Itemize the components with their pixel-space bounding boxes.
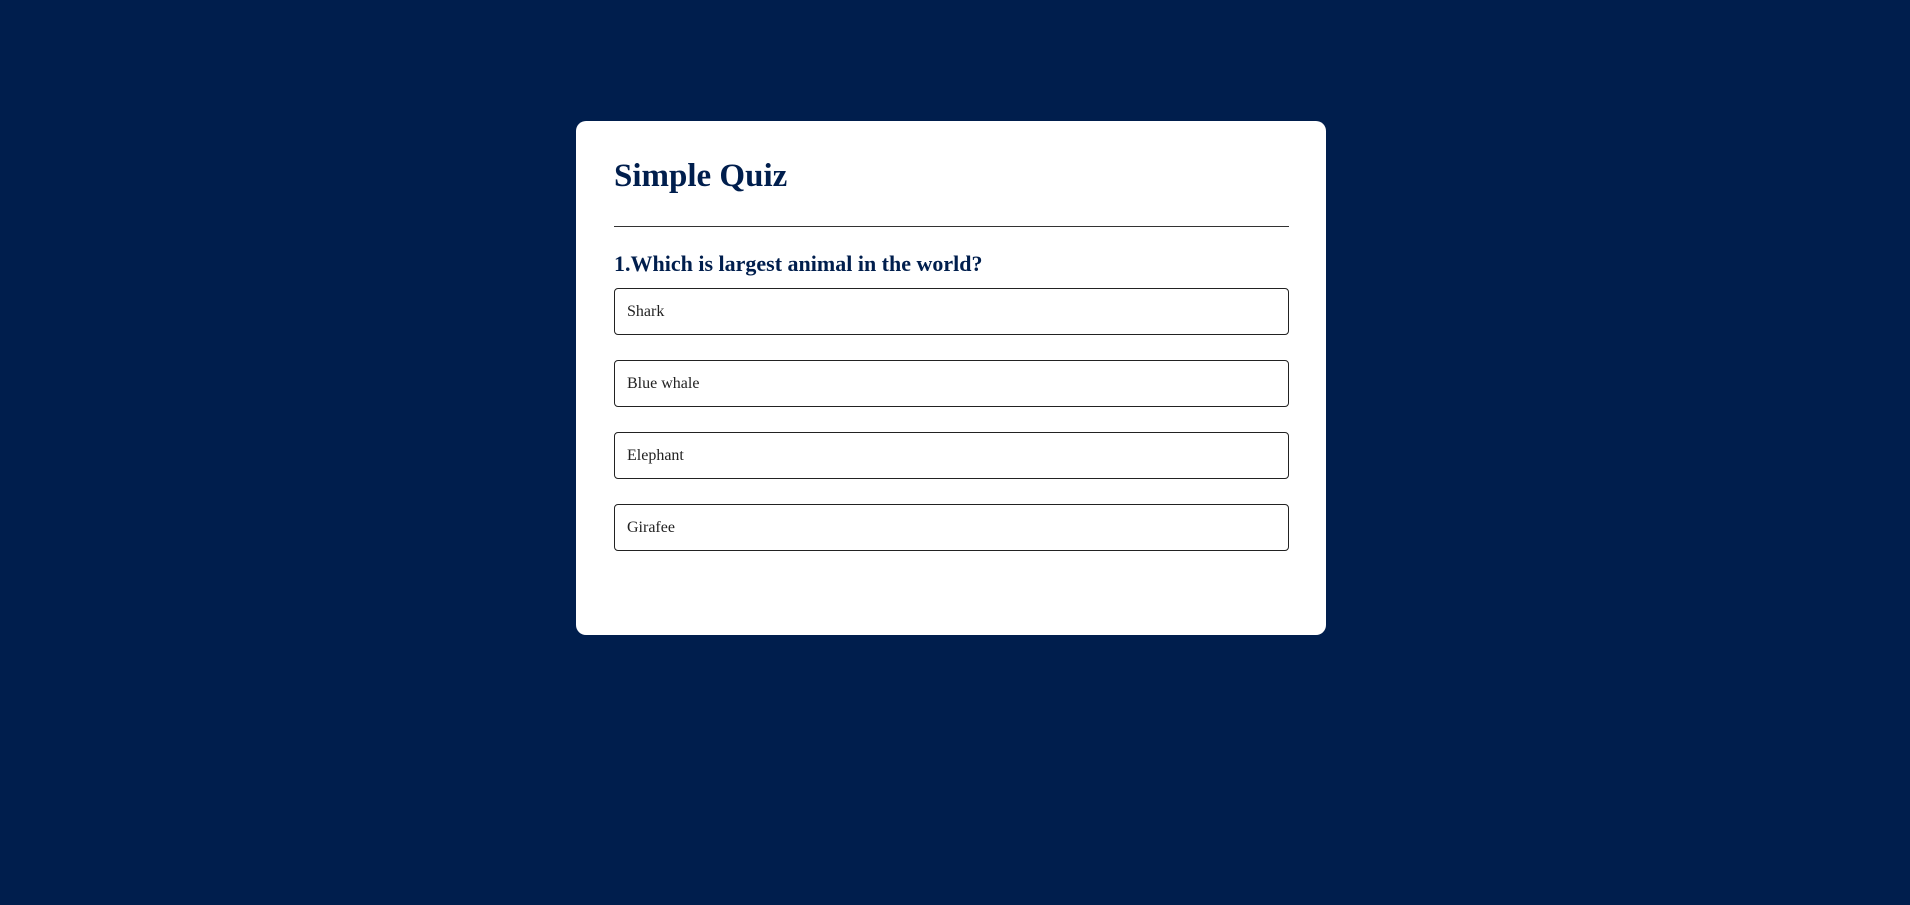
answer-button-elephant[interactable]: Elephant [614, 432, 1289, 479]
title-divider [614, 226, 1289, 227]
quiz-card: Simple Quiz 1.Which is largest animal in… [576, 121, 1326, 635]
question-text: 1.Which is largest animal in the world? [614, 251, 983, 276]
quiz-body: 1.Which is largest animal in the world? … [614, 253, 1289, 551]
quiz-title: Simple Quiz [614, 158, 788, 194]
answer-button-girafee[interactable]: Girafee [614, 504, 1289, 551]
answer-list: Shark Blue whale Elephant Girafee [614, 288, 1289, 551]
answer-button-shark[interactable]: Shark [614, 288, 1289, 335]
answer-button-blue-whale[interactable]: Blue whale [614, 360, 1289, 407]
